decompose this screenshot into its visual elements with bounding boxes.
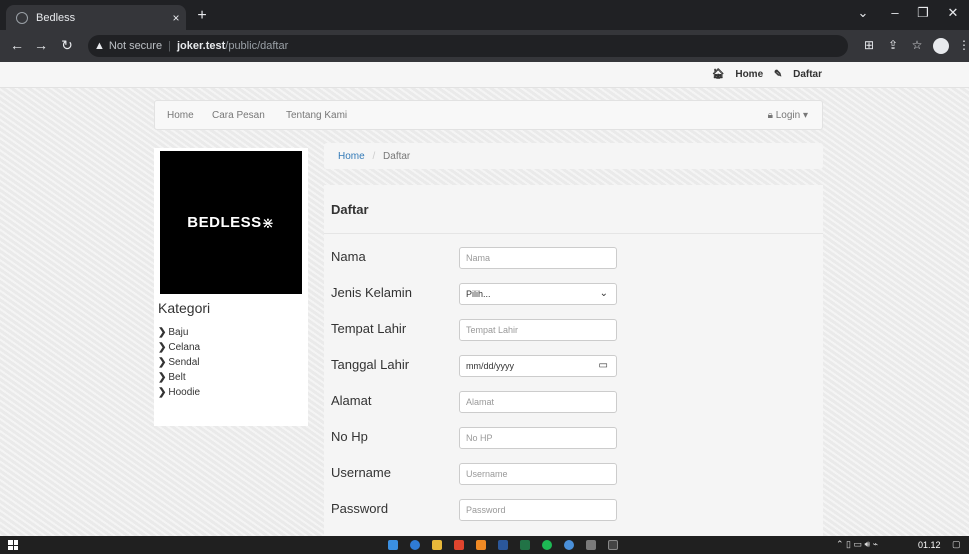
top-links: 🏠︎ Home ✎ Daftar [704,69,822,80]
share-icon[interactable]: ⇪ [884,38,902,52]
label-no-hp: No Hp [331,429,368,444]
vscode-icon[interactable] [388,540,398,550]
browser-toolbar: ← → ↻ ▲ Not secure | joker.test /public/… [0,30,969,62]
chevron-down-icon: ⌄ [599,288,608,299]
notification-icon[interactable]: ▢ [952,539,961,550]
tanggal-lahir-date[interactable]: mm/dd/yyyy ▭ [459,355,617,377]
sidebar: BEDLESS ⋇ Kategori ❯ Baju ❯ Celana ❯ Sendal … [154,148,308,426]
date-value: mm/dd/yyyy [466,361,515,371]
logo-mark-icon: ⋇ [261,214,275,232]
chevron-right-icon: ❯ [158,387,167,398]
label-username: Username [331,465,391,480]
tab-search-icon[interactable]: ⌄ [848,5,878,21]
new-tab-button[interactable]: + [192,7,212,25]
no-hp-input[interactable]: No HP [459,427,617,449]
browser-titlebar: Bedless × + ⌄ – ❐ ✕ [0,0,969,30]
category-item-hoodie[interactable]: ❯ Hoodie [158,385,200,400]
chevron-right-icon: ❯ [158,327,167,338]
restore-button[interactable]: ❐ [908,5,938,21]
lock-icon: 🔒︎ [767,110,773,121]
breadcrumb-home[interactable]: Home [338,151,365,162]
menu-item-tentang-kami[interactable]: Tentang Kami [286,110,347,121]
password-input[interactable]: Password [459,499,617,521]
category-item-celana[interactable]: ❯ Celana [158,340,200,355]
taskbar-clock: 01.12 [918,540,941,550]
panel-divider [324,233,823,234]
terminal-icon[interactable] [608,540,618,550]
windows-start-icon[interactable] [8,540,18,550]
username-input[interactable]: Username [459,463,617,485]
label-tanggal-lahir: Tanggal Lahir [331,357,410,372]
firefox-icon[interactable] [476,540,486,550]
tab-close-button[interactable]: × [166,11,186,25]
excel-icon[interactable] [520,540,530,550]
label-alamat: Alamat [331,393,372,408]
category-item-baju[interactable]: ❯ Baju [158,325,200,340]
translate-icon[interactable]: ⊞ [860,38,878,52]
warning-icon[interactable]: ▲ [94,40,105,52]
system-tray-icons[interactable]: ⌃ ▯ ▭ 🔊︎ ⌁ [836,539,878,550]
tab-title: Bedless [36,11,76,24]
minimize-button[interactable]: – [880,5,910,20]
back-icon[interactable]: ← [8,37,26,53]
login-label: Login [775,110,801,121]
breadcrumb-separator: / [372,151,376,162]
category-item-sendal[interactable]: ❯ Sendal [158,355,200,370]
chevron-right-icon: ❯ [158,357,167,368]
spotify-icon[interactable] [542,540,552,550]
brand-logo: BEDLESS ⋇ [160,151,302,294]
top-strip: 🏠︎ Home ✎ Daftar [0,62,969,88]
category-title: Kategori [158,300,211,316]
form-title: Daftar [331,202,369,217]
calendar-icon[interactable]: ▭ [599,360,608,371]
category-list: ❯ Baju ❯ Celana ❯ Sendal ❯ Belt ❯ Hoodie [158,325,200,400]
browser-tab[interactable]: Bedless × [6,5,186,30]
chevron-right-icon: ❯ [158,372,167,383]
label-password: Password [331,501,389,516]
select-value: Pilih... [466,289,491,299]
reload-icon[interactable]: ↻ [58,37,76,54]
address-host: joker.test [176,40,226,52]
breadcrumb: Home / Daftar [324,143,823,169]
login-dropdown[interactable]: 🔒︎ Login ▾ [768,110,808,121]
main-menu: Home Cara Pesan Tentang Kami 🔒︎ Login ▾ [154,100,823,130]
security-label[interactable]: Not secure [109,40,162,52]
label-jenis-kelamin: Jenis Kelamin [331,285,412,300]
category-item-belt[interactable]: ❯ Belt [158,370,200,385]
alamat-input[interactable]: Alamat [459,391,617,413]
word-icon[interactable] [498,540,508,550]
address-separator: | [168,40,171,52]
app-icon[interactable] [586,540,596,550]
edge-icon[interactable] [410,540,420,550]
chevron-right-icon: ❯ [158,342,167,353]
logo-text: BEDLESS [187,214,262,231]
label-tempat-lahir: Tempat Lahir [331,321,407,336]
menu-item-cara-pesan[interactable]: Cara Pesan [212,110,265,121]
page-viewport: 🏠︎ Home ✎ Daftar Home Cara Pesan Tentang… [0,62,969,536]
top-link-daftar[interactable]: ✎ Daftar [774,69,822,80]
menu-kebab-icon[interactable]: ⋮ [955,38,969,52]
profile-avatar[interactable] [933,38,949,54]
label-nama: Nama [331,249,366,264]
register-panel: Daftar Nama Nama Jenis Kelamin Pilih... … [324,185,823,536]
tempat-lahir-input[interactable]: Tempat Lahir [459,319,617,341]
nama-input[interactable]: Nama [459,247,617,269]
file-explorer-icon[interactable] [432,540,442,550]
chrome-icon[interactable] [454,540,464,550]
caret-down-icon: ▾ [802,110,808,121]
close-window-button[interactable]: ✕ [938,5,968,21]
forward-icon[interactable]: → [32,37,50,53]
menu-item-home[interactable]: Home [167,110,194,121]
breadcrumb-current: Daftar [383,151,411,162]
browser-app-icon[interactable] [564,540,574,550]
top-link-home[interactable]: 🏠︎ Home [712,69,763,80]
bookmark-star-icon[interactable]: ☆ [908,38,926,52]
os-taskbar: ⌃ ▯ ▭ 🔊︎ ⌁ 01.12 ▢ [0,536,969,554]
address-path: /public/daftar [225,40,289,52]
globe-icon [16,11,28,24]
address-bar[interactable]: ▲ Not secure | joker.test /public/daftar [88,35,848,57]
jenis-kelamin-select[interactable]: Pilih... ⌄ [459,283,617,305]
